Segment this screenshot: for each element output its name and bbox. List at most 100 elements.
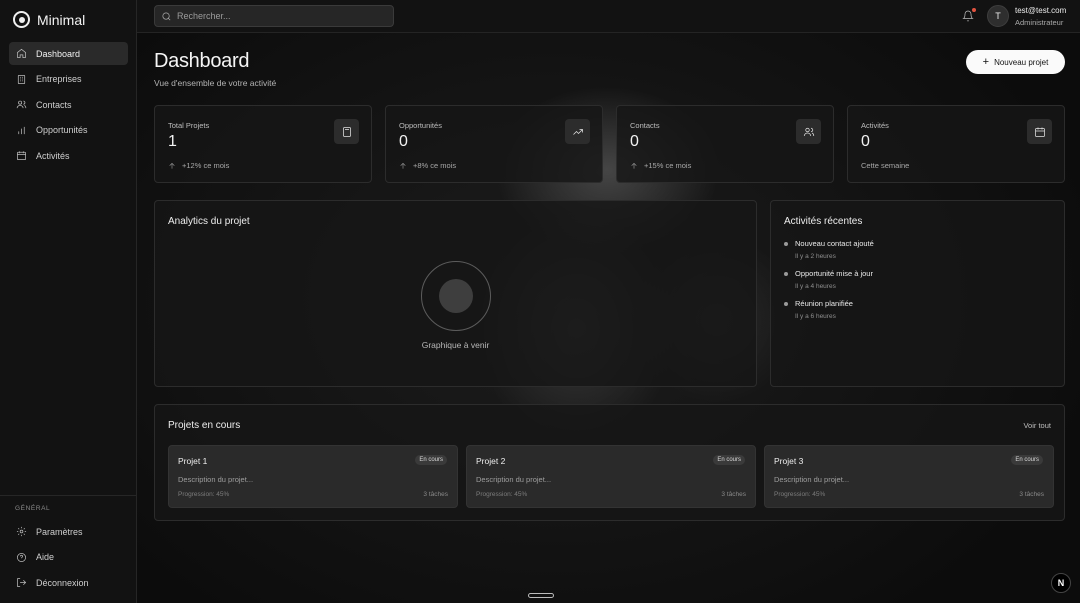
sidebar-item-parametres[interactable]: Paramètres [9, 520, 128, 543]
stat-label: Opportunités [399, 121, 442, 130]
plus-icon: + [982, 55, 990, 68]
stat-value: 0 [861, 133, 870, 150]
bar-chart-icon [18, 126, 25, 134]
stat-value: 0 [630, 133, 639, 150]
activity-time: Il y a 6 heures [795, 313, 836, 320]
calendar-icon [1034, 127, 1045, 137]
search-input[interactable] [177, 11, 377, 21]
sidebar-item-entreprises[interactable]: Entreprises [9, 68, 128, 91]
logo-icon [13, 11, 30, 28]
sidebar-item-label: Dashboard [36, 48, 81, 59]
user-role: Administrateur [1015, 18, 1064, 27]
user-info[interactable]: test@test.com Administrateur [1015, 6, 1066, 27]
see-all-link[interactable]: Voir tout [1023, 421, 1051, 430]
sidebar-item-label: Opportunités [36, 125, 88, 136]
calendar-icon [17, 151, 26, 161]
projects-title: Projets en cours [168, 420, 241, 431]
trending-up-icon [572, 128, 583, 135]
status-badge: En cours [415, 455, 447, 465]
stat-trend-text: +8% ce mois [413, 161, 457, 170]
avatar[interactable]: T [987, 5, 1009, 27]
stat-label: Contacts [630, 121, 660, 130]
search-box[interactable] [154, 5, 394, 27]
sidebar: Minimal Dashboard Entreprises Contacts O… [0, 0, 137, 603]
sidebar-item-contacts[interactable]: Contacts [9, 93, 128, 116]
stat-trend-text: Cette semaine [861, 161, 910, 170]
stat-trend: Cette semaine [861, 161, 909, 170]
gear-icon [16, 526, 27, 537]
activity-title: Nouveau contact ajouté [795, 239, 874, 248]
activity-time: Il y a 2 heures [795, 253, 836, 260]
sidebar-item-label: Activités [36, 150, 70, 161]
sidebar-item-deconnexion[interactable]: Déconnexion [9, 571, 128, 594]
activity-time: Il y a 4 heures [795, 283, 836, 290]
stat-value: 1 [168, 133, 177, 150]
analytics-title: Analytics du projet [168, 216, 250, 227]
stat-icon-box [334, 119, 359, 144]
stat-trend: +15% ce mois [630, 161, 691, 170]
sidebar-item-label: Entreprises [36, 74, 82, 85]
sidebar-item-dashboard[interactable]: Dashboard [9, 42, 128, 65]
home-indicator[interactable] [528, 593, 554, 598]
sidebar-item-label: Déconnexion [36, 577, 89, 588]
app-name: Minimal [37, 11, 86, 28]
project-tasks: 3 tâches [721, 491, 746, 498]
project-description: Description du projet... [774, 475, 850, 484]
stat-trend: +8% ce mois [399, 161, 456, 170]
page-title: Dashboard [154, 50, 250, 72]
stat-trend-text: +12% ce mois [182, 161, 230, 170]
stat-label: Total Projets [168, 121, 210, 130]
notification-dot [972, 8, 976, 12]
users-icon [16, 100, 27, 109]
activity-item: Nouveau contact ajouté Il y a 2 heures [784, 239, 874, 260]
project-name: Projet 1 [178, 456, 208, 466]
stat-value: 0 [399, 133, 408, 150]
sidebar-item-aide[interactable]: Aide [9, 546, 128, 569]
page-subtitle: Vue d'ensemble de votre activité [154, 78, 277, 88]
project-card[interactable]: Projet 1 En cours Description du projet.… [168, 445, 458, 508]
chart-placeholder-text: Graphique à venir [421, 340, 490, 350]
sidebar-item-activites[interactable]: Activités [9, 144, 128, 167]
activity-title: Réunion planifiée [795, 299, 853, 308]
notifications-button[interactable] [962, 8, 976, 23]
project-progress: Progression: 45% [476, 491, 528, 498]
nextjs-badge[interactable]: N [1051, 573, 1071, 593]
building-icon [17, 74, 26, 84]
analytics-card: Analytics du projet Graphique à venir [154, 200, 757, 387]
stat-icon-box [1027, 119, 1052, 144]
project-card[interactable]: Projet 3 En cours Description du projet.… [764, 445, 1054, 508]
new-project-label: Nouveau projet [994, 57, 1049, 67]
sidebar-item-label: Contacts [36, 99, 72, 110]
stat-card-opportunites: Opportunités 0 +8% ce mois [385, 105, 603, 183]
user-email: test@test.com [1015, 6, 1067, 15]
project-progress: Progression: 45% [774, 491, 826, 498]
recent-activities-card: Activités récentes Nouveau contact ajout… [770, 200, 1065, 387]
status-badge: En cours [713, 455, 745, 465]
activity-item: Réunion planifiée Il y a 6 heures [784, 299, 853, 320]
sidebar-item-label: Aide [36, 552, 55, 563]
stat-trend-text: +15% ce mois [644, 161, 692, 170]
project-name: Projet 3 [774, 456, 804, 466]
activity-item: Opportunité mise à jour Il y a 4 heures [784, 269, 873, 290]
sidebar-item-opportunites[interactable]: Opportunités [9, 119, 128, 142]
section-label-general: GÉNÉRAL [15, 505, 51, 512]
new-project-button[interactable]: + Nouveau projet [966, 50, 1065, 74]
home-icon [17, 48, 26, 58]
stat-card-contacts: Contacts 0 +15% ce mois [616, 105, 834, 183]
sidebar-nav: Dashboard Entreprises Contacts Opportuni… [9, 42, 128, 170]
app-logo[interactable]: Minimal [13, 11, 85, 28]
bullet-icon [784, 302, 788, 306]
recent-activities-title: Activités récentes [784, 216, 863, 227]
search-icon [162, 11, 171, 20]
project-card[interactable]: Projet 2 En cours Description du projet.… [466, 445, 756, 508]
arrow-up-icon [631, 162, 637, 169]
projects-card: Projets en cours Voir tout Projet 1 En c… [154, 404, 1065, 521]
project-tasks: 3 tâches [423, 491, 448, 498]
sidebar-bottom-nav: Paramètres Aide Déconnexion [9, 520, 128, 597]
users-icon [803, 127, 814, 136]
sidebar-divider [0, 495, 136, 496]
bullet-icon [784, 242, 788, 246]
help-icon [17, 552, 26, 562]
stat-icon-box [565, 119, 590, 144]
project-description: Description du projet... [178, 475, 254, 484]
